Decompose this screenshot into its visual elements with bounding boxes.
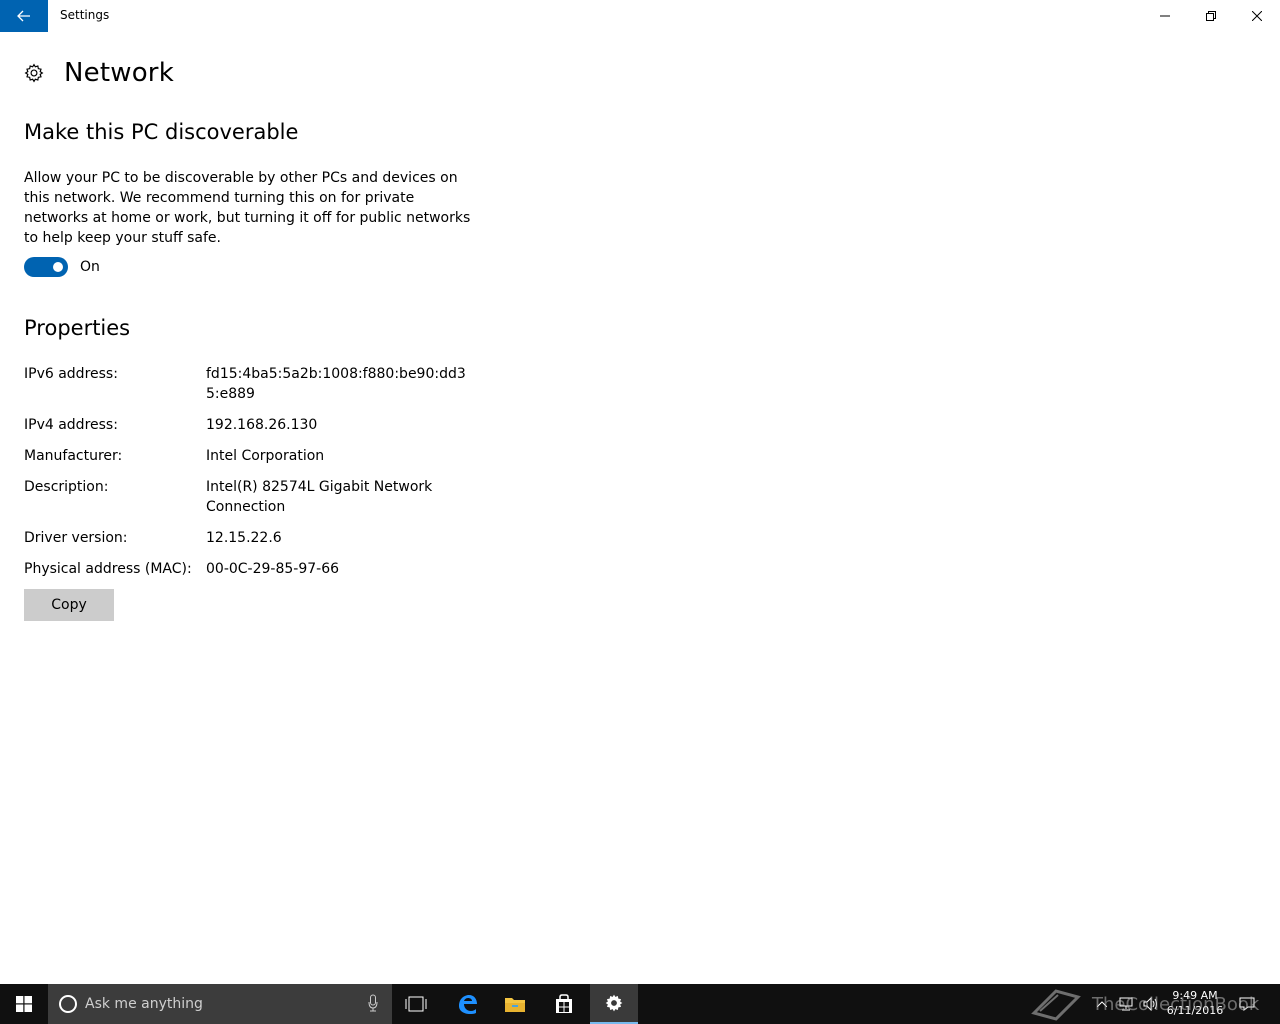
property-label: IPv6 address:	[24, 366, 118, 382]
close-icon	[1252, 11, 1262, 21]
toggle-state-label: On	[80, 259, 100, 275]
start-button[interactable]	[0, 984, 48, 1024]
property-row-ipv4: IPv4 address: 192.168.26.130	[24, 415, 484, 435]
watermark-text: TheCollectionBook	[1092, 993, 1260, 1015]
discoverable-description: Allow your PC to be discoverable by othe…	[24, 170, 471, 246]
property-label: IPv4 address:	[24, 417, 118, 433]
property-row-manufacturer: Manufacturer: Intel Corporation	[24, 446, 484, 466]
property-value: Intel Corporation	[206, 448, 325, 464]
property-label: Physical address (MAC):	[24, 561, 192, 577]
settings-taskbar-button[interactable]	[590, 984, 638, 1024]
minimize-button[interactable]	[1142, 0, 1188, 32]
task-view-icon	[405, 996, 427, 1012]
properties-list: IPv6 address: fd15:4ba5:5a2b:1008:f880:b…	[24, 364, 484, 590]
property-label: Manufacturer:	[24, 448, 123, 464]
discoverable-toggle-row: On	[24, 257, 100, 277]
restore-icon	[1206, 11, 1216, 21]
search-box[interactable]: Ask me anything	[48, 984, 392, 1024]
restore-button[interactable]	[1188, 0, 1234, 32]
file-explorer-button[interactable]	[491, 984, 539, 1024]
window-title: Settings	[60, 8, 110, 22]
edge-button[interactable]	[443, 984, 491, 1024]
property-value: 12.15.22.6	[206, 530, 282, 546]
back-button[interactable]	[0, 0, 48, 32]
watermark: TheCollectionBook	[1030, 986, 1259, 1022]
task-view-button[interactable]	[392, 984, 440, 1024]
store-button[interactable]	[540, 984, 588, 1024]
property-row-ipv6: IPv6 address: fd15:4ba5:5a2b:1008:f880:b…	[24, 364, 484, 404]
windows-logo-icon	[16, 996, 32, 1012]
book-logo-icon	[1031, 989, 1081, 1021]
property-value: fd15:4ba5:5a2b:1008:f880:be90:dd35:e889	[206, 366, 466, 402]
microphone-icon[interactable]	[368, 994, 378, 1012]
folder-icon	[505, 998, 525, 1012]
toggle-knob	[53, 262, 63, 272]
edge-icon	[459, 995, 477, 1014]
settings-gear-icon	[605, 994, 623, 1012]
property-value: 00-0C-29-85-97-66	[206, 561, 340, 577]
page-title: Network	[64, 58, 174, 88]
property-label: Driver version:	[24, 530, 128, 546]
close-button[interactable]	[1234, 0, 1280, 32]
property-value: 192.168.26.130	[206, 417, 318, 433]
copy-button[interactable]: Copy	[24, 589, 114, 621]
properties-heading: Properties	[24, 316, 131, 340]
cortana-icon	[59, 995, 77, 1013]
search-placeholder: Ask me anything	[85, 996, 203, 1012]
page-header: Network	[24, 56, 174, 90]
store-bag-icon	[556, 994, 572, 1013]
property-row-description: Description: Intel(R) 82574L Gigabit Net…	[24, 477, 484, 517]
back-arrow-icon	[17, 10, 30, 22]
gear-icon	[24, 63, 44, 83]
title-bar: Settings	[0, 0, 1280, 32]
property-row-driver-version: Driver version: 12.15.22.6	[24, 528, 484, 548]
property-row-mac-address: Physical address (MAC): 00-0C-29-85-97-6…	[24, 559, 484, 579]
minimize-icon	[1160, 15, 1170, 17]
property-value: Intel(R) 82574L Gigabit Network Connecti…	[206, 479, 433, 515]
discoverable-toggle[interactable]	[24, 257, 68, 277]
discoverable-heading: Make this PC discoverable	[24, 120, 299, 144]
property-label: Description:	[24, 479, 109, 495]
